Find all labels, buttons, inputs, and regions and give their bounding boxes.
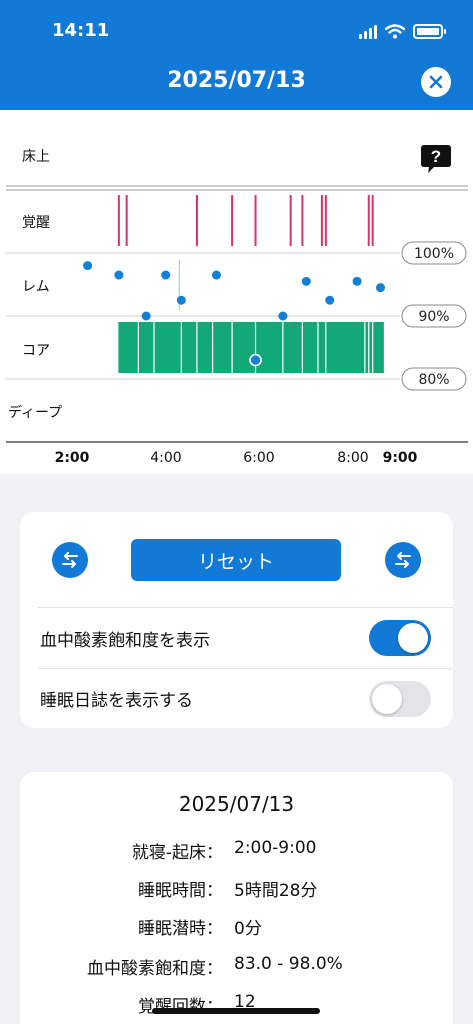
x-tick-label: 9:00: [383, 450, 418, 466]
spo2-tick-label: 80%: [418, 372, 449, 388]
spo2-point: [325, 295, 335, 305]
spo2-min-point: [249, 353, 262, 367]
controls-panel: リセット 血中酸素飽和度を表示 睡眠日誌を表示する: [20, 512, 453, 728]
spo2-tick-label: 90%: [418, 309, 449, 325]
diary-toggle-label: 睡眠日誌を表示する: [40, 691, 193, 711]
x-tick-label: 2:00: [55, 450, 90, 466]
battery-icon: [413, 24, 446, 39]
summary-row-value: 5時間28分: [234, 881, 318, 901]
summary-card: 2025/07/13 就寝-起床： 2:00-9:00 睡眠時間： 5時間28分…: [20, 772, 453, 1024]
swap-arrows-icon: [395, 552, 411, 568]
close-button[interactable]: [421, 67, 451, 97]
summary-row-label: 血中酸素飽和度：: [87, 959, 223, 979]
status-icons: [359, 24, 446, 39]
summary-row-label: 睡眠潜時：: [138, 919, 223, 939]
page-title: 2025/07/13: [167, 68, 306, 93]
core-sleep-bar: [118, 322, 384, 373]
x-tick-label: 6:00: [243, 450, 274, 466]
spo2-toggle-label: 血中酸素飽和度を表示: [40, 631, 210, 651]
spo2-point: [114, 270, 124, 280]
divider: [38, 668, 453, 669]
top-bar: 14:11 2025/07/13: [0, 0, 473, 110]
sleep-chart: 床上 覚醒 レム コア ディープ ? 100% 90% 80% 2:00 4:00 6:0…: [0, 110, 473, 474]
diary-toggle[interactable]: [369, 681, 431, 717]
spo2-point: [161, 270, 171, 280]
reset-button[interactable]: リセット: [131, 539, 341, 581]
spo2-point: [278, 311, 288, 321]
spo2-point: [83, 261, 93, 271]
chart-plot: 100% 90% 80% 2:00 4:00 6:00 8:00 9:00: [6, 185, 468, 466]
summary-row-value: 2:00-9:00: [234, 838, 317, 858]
close-icon: [429, 75, 443, 89]
spo2-point: [141, 311, 151, 321]
swap-arrows-icon: [62, 552, 78, 568]
spo2-point: [352, 276, 362, 286]
cellular-signal-icon: [359, 24, 377, 39]
wifi-icon: [385, 24, 405, 39]
spo2-tick-label: 100%: [414, 246, 454, 262]
divider: [38, 607, 453, 608]
x-tick-label: 8:00: [337, 450, 368, 466]
spo2-point: [176, 295, 186, 305]
summary-date: 2025/07/13: [178, 792, 295, 816]
x-tick-label: 4:00: [150, 450, 181, 466]
summary-row-label: 就寝-起床：: [131, 843, 223, 863]
summary-row-value: 83.0 - 98.0%: [234, 954, 343, 974]
summary-row-value: 0分: [234, 919, 262, 939]
spo2-point: [375, 283, 385, 293]
home-indicator: [152, 1008, 320, 1014]
spo2-toggle[interactable]: [369, 620, 431, 656]
spo2-point: [211, 270, 221, 280]
status-time: 14:11: [52, 20, 110, 41]
summary-row-label: 睡眠時間：: [138, 881, 223, 901]
next-day-button[interactable]: [385, 542, 421, 578]
spo2-point: [301, 276, 311, 286]
previous-day-button[interactable]: [52, 542, 88, 578]
